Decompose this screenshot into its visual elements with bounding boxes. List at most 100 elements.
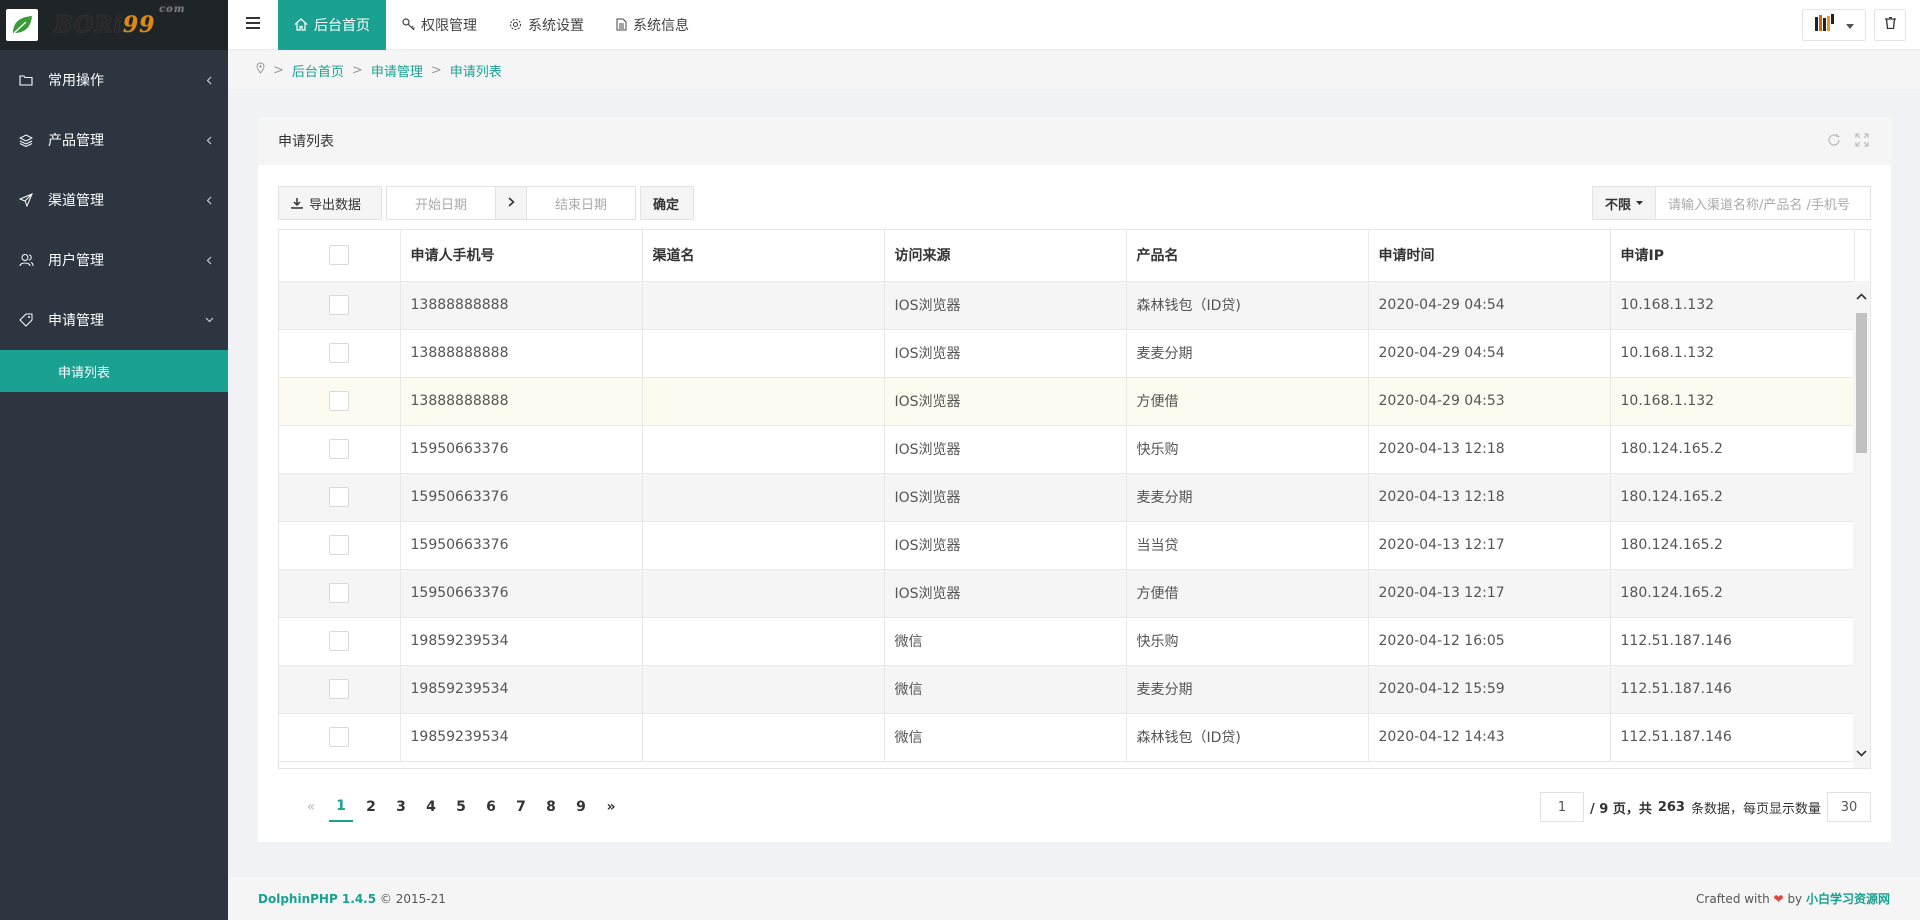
sidebar-nav: 常用操作 产品管理 渠道管理 用户管理 申请管理 申请列表 (0, 50, 228, 392)
sidebar-item-applications[interactable]: 申请管理 (0, 290, 228, 350)
heart-icon: ❤ (1773, 892, 1784, 906)
sidebar-item-common[interactable]: 常用操作 (0, 50, 228, 110)
pagination-page[interactable]: 7 (506, 792, 536, 822)
caret-down-icon (1636, 201, 1643, 205)
table-row[interactable]: 19859239534 微信 麦麦分期 2020-04-12 15:59 112.51.… (279, 665, 1855, 714)
column-header-phone[interactable]: 申请人手机号 (400, 230, 643, 282)
breadcrumb-link-application-list[interactable]: 申请列表 (450, 61, 502, 80)
pagination-page[interactable]: 1 (329, 792, 353, 822)
pagination-next[interactable]: » (596, 792, 626, 822)
row-checkbox[interactable] (329, 583, 350, 603)
chevron-down-icon[interactable] (1855, 746, 1868, 760)
cell-product: 森林钱包（ID贷) (1126, 713, 1369, 762)
chevron-down-icon (204, 315, 214, 325)
fullscreen-icon[interactable] (1855, 133, 1869, 151)
page-number-input[interactable]: 1 (1539, 792, 1584, 822)
row-checkbox[interactable] (329, 343, 350, 363)
sidebar-item-products[interactable]: 产品管理 (0, 110, 228, 170)
pagination-page[interactable]: 4 (416, 792, 446, 822)
footer-copyright: © 2015-21 (379, 891, 446, 906)
refresh-icon[interactable] (1827, 133, 1841, 151)
footer-brand-link[interactable]: DolphinPHP 1.4.5 (258, 892, 376, 906)
users-icon (18, 252, 34, 268)
pagination-prev[interactable]: « (296, 792, 326, 822)
pagination-page[interactable]: 9 (566, 792, 596, 822)
row-checkbox[interactable] (329, 391, 350, 411)
sidebar-subitem-application-list[interactable]: 申请列表 (0, 350, 228, 392)
scrollbar-thumb[interactable] (1856, 313, 1867, 453)
filter-select[interactable]: 不限 (1591, 186, 1656, 220)
pagination-page[interactable]: 2 (356, 792, 386, 822)
cell-time: 2020-04-13 12:18 (1368, 473, 1611, 522)
table-row[interactable]: 15950663376 IOS浏览器 快乐购 2020-04-13 12:18 180.… (279, 425, 1855, 474)
tab-dashboard[interactable]: 后台首页 (278, 0, 386, 50)
download-icon (291, 197, 303, 209)
row-checkbox[interactable] (329, 679, 350, 699)
cell-time: 2020-04-12 15:59 (1368, 665, 1611, 714)
column-header-product[interactable]: 产品名 (1126, 230, 1369, 282)
select-all-checkbox[interactable] (329, 245, 350, 266)
breadcrumb-link-applications[interactable]: 申请管理 (371, 61, 423, 80)
per-page-input[interactable]: 30 (1827, 792, 1871, 822)
row-select-cell (279, 665, 401, 714)
search-input[interactable]: 请输入渠道名称/产品名 /手机号 (1655, 186, 1871, 220)
table-row[interactable]: 15950663376 IOS浏览器 当当贷 2020-04-13 12:17 180.… (279, 521, 1855, 570)
table-row[interactable]: 19859239534 微信 森林钱包（ID贷) 2020-04-12 14:43 11… (279, 713, 1855, 762)
cell-channel (642, 281, 885, 330)
tab-system-info[interactable]: 系统信息 (600, 0, 705, 50)
cell-phone: 19859239534 (400, 665, 643, 714)
cell-ip: 10.168.1.132 (1610, 281, 1855, 330)
table-row[interactable]: 19859239534 微信 快乐购 2020-04-12 16:05 112.51.1… (279, 617, 1855, 666)
cell-product: 方便借 (1126, 377, 1369, 426)
column-header-ip[interactable]: 申请IP (1610, 230, 1855, 282)
logo[interactable]: BORi99 com (0, 0, 228, 50)
row-checkbox[interactable] (329, 727, 350, 747)
cell-product: 方便借 (1126, 569, 1369, 618)
pagination-page[interactable]: 3 (386, 792, 416, 822)
breadcrumb-link-home[interactable]: 后台首页 (292, 61, 344, 80)
footer-crafted: Crafted with (1696, 892, 1770, 906)
cell-time: 2020-04-29 04:54 (1368, 329, 1611, 378)
row-checkbox[interactable] (329, 535, 350, 555)
pagination-page[interactable]: 5 (446, 792, 476, 822)
row-checkbox[interactable] (329, 439, 350, 459)
row-checkbox[interactable] (329, 295, 350, 315)
table-row[interactable]: 15950663376 IOS浏览器 方便借 2020-04-13 12:17 180.… (279, 569, 1855, 618)
pagination-page[interactable]: 8 (536, 792, 566, 822)
tab-settings[interactable]: 系统设置 (493, 0, 600, 50)
export-button[interactable]: 导出数据 (278, 186, 382, 220)
clear-cache-button[interactable] (1874, 9, 1906, 41)
cell-source: IOS浏览器 (884, 329, 1127, 378)
column-header-source[interactable]: 访问来源 (884, 230, 1127, 282)
home-icon (294, 18, 308, 31)
footer-author-link[interactable]: 小白学习资源网 (1806, 892, 1890, 906)
column-header-channel[interactable]: 渠道名 (642, 230, 885, 282)
user-menu-button[interactable] (1802, 9, 1866, 41)
card-title: 申请列表 (278, 134, 334, 150)
table-row[interactable]: 13888888888 IOS浏览器 方便借 2020-04-29 04:53 10.1… (279, 377, 1855, 426)
pagination-page[interactable]: 6 (476, 792, 506, 822)
end-date-input[interactable]: 结束日期 (526, 186, 636, 220)
chevron-right-icon (507, 195, 515, 211)
chevron-up-icon[interactable] (1855, 289, 1868, 303)
chevron-left-icon (204, 255, 214, 265)
table-row[interactable]: 13888888888 IOS浏览器 麦麦分期 2020-04-29 04:54 10.… (279, 329, 1855, 378)
sidebar-item-users[interactable]: 用户管理 (0, 230, 228, 290)
tab-permissions[interactable]: 权限管理 (386, 0, 493, 50)
table-row[interactable]: 13888888888 IOS浏览器 森林钱包（ID贷) 2020-04-29 04:… (279, 281, 1855, 330)
select-all-cell (279, 230, 401, 282)
table-row[interactable]: 15950663376 IOS浏览器 麦麦分期 2020-04-13 12:18 180… (279, 473, 1855, 522)
row-checkbox[interactable] (329, 631, 350, 651)
confirm-button[interactable]: 确定 (640, 186, 694, 220)
cell-time: 2020-04-12 16:05 (1368, 617, 1611, 666)
table-scrollbar[interactable] (1853, 281, 1870, 768)
row-checkbox[interactable] (329, 487, 350, 507)
menu-toggle-button[interactable] (228, 0, 278, 50)
total-count: 263 (1657, 799, 1685, 815)
cell-product: 麦麦分期 (1126, 665, 1369, 714)
column-header-time[interactable]: 申请时间 (1368, 230, 1611, 282)
cell-product: 森林钱包（ID贷) (1126, 281, 1369, 330)
cell-source: IOS浏览器 (884, 425, 1127, 474)
start-date-input[interactable]: 开始日期 (386, 186, 496, 220)
sidebar-item-channels[interactable]: 渠道管理 (0, 170, 228, 230)
